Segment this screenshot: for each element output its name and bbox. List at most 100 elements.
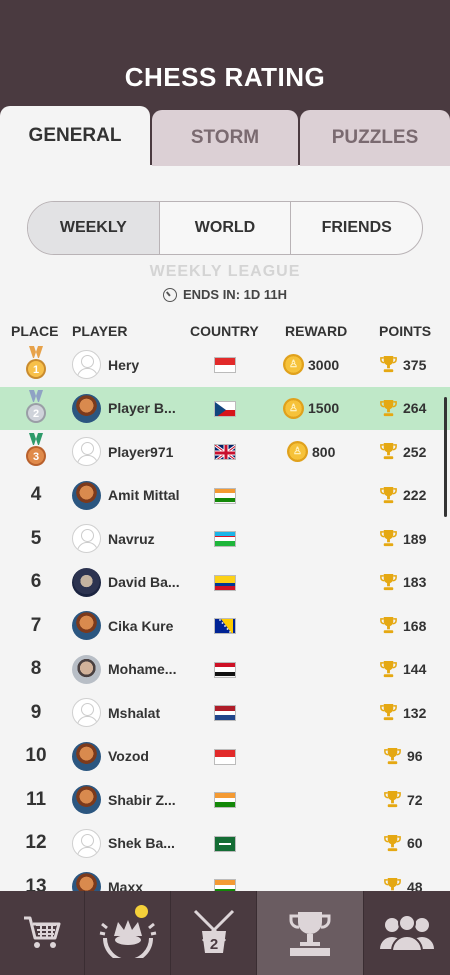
svg-text:2: 2 (33, 408, 39, 420)
player-name[interactable]: Shabir Z... (108, 778, 176, 821)
points-value: 189 (403, 530, 427, 547)
avatar[interactable] (72, 611, 101, 640)
points-trophy-icon (384, 834, 401, 851)
avatar[interactable] (72, 567, 101, 597)
player-name[interactable]: Vozod (108, 735, 149, 778)
leaderboard-row[interactable]: 9 Mshalat 132 (0, 691, 450, 734)
leaderboard-row[interactable]: 8 Mohame... 144 (0, 648, 450, 691)
leaderboard-row[interactable]: 6 David Ba... 183 (0, 561, 450, 604)
india-flag-icon (214, 792, 236, 808)
segment-weekly[interactable]: WEEKLY (28, 202, 160, 254)
indonesia-flag-icon (214, 748, 236, 765)
avatar[interactable] (72, 785, 101, 814)
points-value: 144 (403, 661, 427, 677)
avatar[interactable] (72, 350, 101, 379)
leaderboard-row[interactable]: 4 Amit Mittal 222 (0, 474, 450, 517)
leaderboard-row[interactable]: 2 Player B... ♙ 1500 264 (0, 386, 450, 430)
uk-flag-icon (214, 444, 236, 460)
coin-icon: ♙ (283, 397, 304, 419)
tab-storm[interactable]: STORM (152, 110, 298, 166)
avatar[interactable] (72, 828, 101, 858)
scrollbar[interactable] (444, 397, 447, 517)
tab-general[interactable]: GENERAL (0, 106, 150, 166)
avatar[interactable] (72, 480, 101, 510)
points-value: 222 (403, 487, 427, 503)
nav-rating[interactable] (257, 891, 364, 975)
czechia-flag-icon (214, 400, 236, 417)
reward-value: 800 (312, 443, 336, 460)
avatar[interactable] (72, 741, 101, 771)
clock-icon (162, 287, 177, 302)
place-number: 6 (30, 571, 42, 592)
player-name[interactable]: Player B... (108, 387, 176, 430)
place-number: 8 (30, 658, 42, 679)
svg-text:1: 1 (33, 364, 39, 376)
segment-world[interactable]: WORLD (160, 202, 292, 254)
points-trophy-icon (380, 529, 397, 547)
tab-puzzles[interactable]: PUZZLES (300, 110, 450, 166)
bosnia-flag-icon (214, 618, 236, 634)
netherlands-flag-icon (214, 705, 236, 721)
avatar[interactable] (72, 393, 101, 423)
column-header-reward: REWARD (285, 323, 348, 339)
leaderboard-row[interactable]: 10 Vozod 96 (0, 735, 450, 778)
reward-value: 1500 (308, 400, 340, 416)
battle-icon: 2 (193, 909, 234, 953)
indonesia-flag-icon (214, 357, 236, 373)
player-name[interactable]: Hery (108, 343, 139, 386)
avatar[interactable] (72, 698, 101, 727)
place-number: 7 (30, 614, 42, 636)
points-value: 264 (403, 400, 427, 416)
india-flag-icon (214, 487, 236, 504)
points-trophy-icon (384, 747, 401, 764)
leaderboard-row[interactable]: 12 Shek Ba... 60 (0, 822, 450, 865)
points-trophy-icon (384, 790, 401, 808)
points-value: 60 (407, 835, 423, 851)
countdown-text: ENDS IN: 1D 11H (182, 287, 288, 302)
countdown: ENDS IN: 1D 11H (0, 287, 450, 302)
coin-icon: ♙ (287, 441, 308, 462)
nav-friends[interactable] (364, 891, 450, 975)
place-number: 5 (30, 527, 42, 549)
uzbekistan-flag-icon (214, 531, 236, 547)
nav-battle[interactable]: 2 (171, 891, 257, 975)
leaderboard-row[interactable]: 11 Shabir Z... 72 (0, 778, 450, 821)
points-trophy-icon (380, 573, 397, 590)
points-value: 132 (403, 704, 427, 721)
column-header-place: PLACE (11, 323, 59, 339)
svg-text:2: 2 (209, 936, 217, 953)
player-name[interactable]: David Ba... (108, 561, 180, 604)
leaderboard-row[interactable]: 1 Hery ♙ 3000 375 (0, 343, 450, 386)
player-name[interactable]: Shek Ba... (108, 822, 175, 865)
league-crown-icon (99, 920, 156, 958)
column-header-country: COUNTRY (190, 323, 259, 339)
player-name[interactable]: Player971 (108, 430, 173, 473)
points-trophy-icon (380, 703, 397, 721)
avatar[interactable] (72, 437, 101, 466)
colombia-flag-icon (214, 574, 236, 591)
player-name[interactable]: Mohame... (108, 648, 176, 691)
points-trophy-icon (380, 616, 397, 634)
points-value: 168 (403, 617, 427, 634)
friends-icon (380, 914, 434, 952)
avatar[interactable] (72, 654, 101, 684)
segment-friends[interactable]: FRIENDS (291, 202, 422, 254)
points-trophy-icon (380, 355, 397, 373)
avatar[interactable] (72, 524, 101, 553)
points-value: 72 (407, 791, 423, 808)
nav-league[interactable] (85, 891, 171, 975)
coin-icon: ♙ (283, 354, 304, 375)
leaderboard-row[interactable]: 7 Cika Kure 168 (0, 604, 450, 647)
page-title: CHESS RATING (124, 62, 326, 92)
trophy-icon (289, 912, 331, 956)
player-name[interactable]: Navruz (108, 517, 155, 560)
leaderboard-row[interactable]: 5 Navruz 189 (0, 517, 450, 560)
player-name[interactable]: Cika Kure (108, 604, 173, 647)
player-name[interactable]: Mshalat (108, 691, 160, 734)
svg-text:3: 3 (33, 451, 39, 463)
column-header-player: PLAYER (72, 323, 128, 339)
place-number: 10 (25, 745, 47, 766)
player-name[interactable]: Amit Mittal (108, 474, 180, 517)
leaderboard-row[interactable]: 3 Player971 ♙ 800 252 (0, 430, 450, 473)
nav-shop[interactable] (0, 891, 85, 975)
